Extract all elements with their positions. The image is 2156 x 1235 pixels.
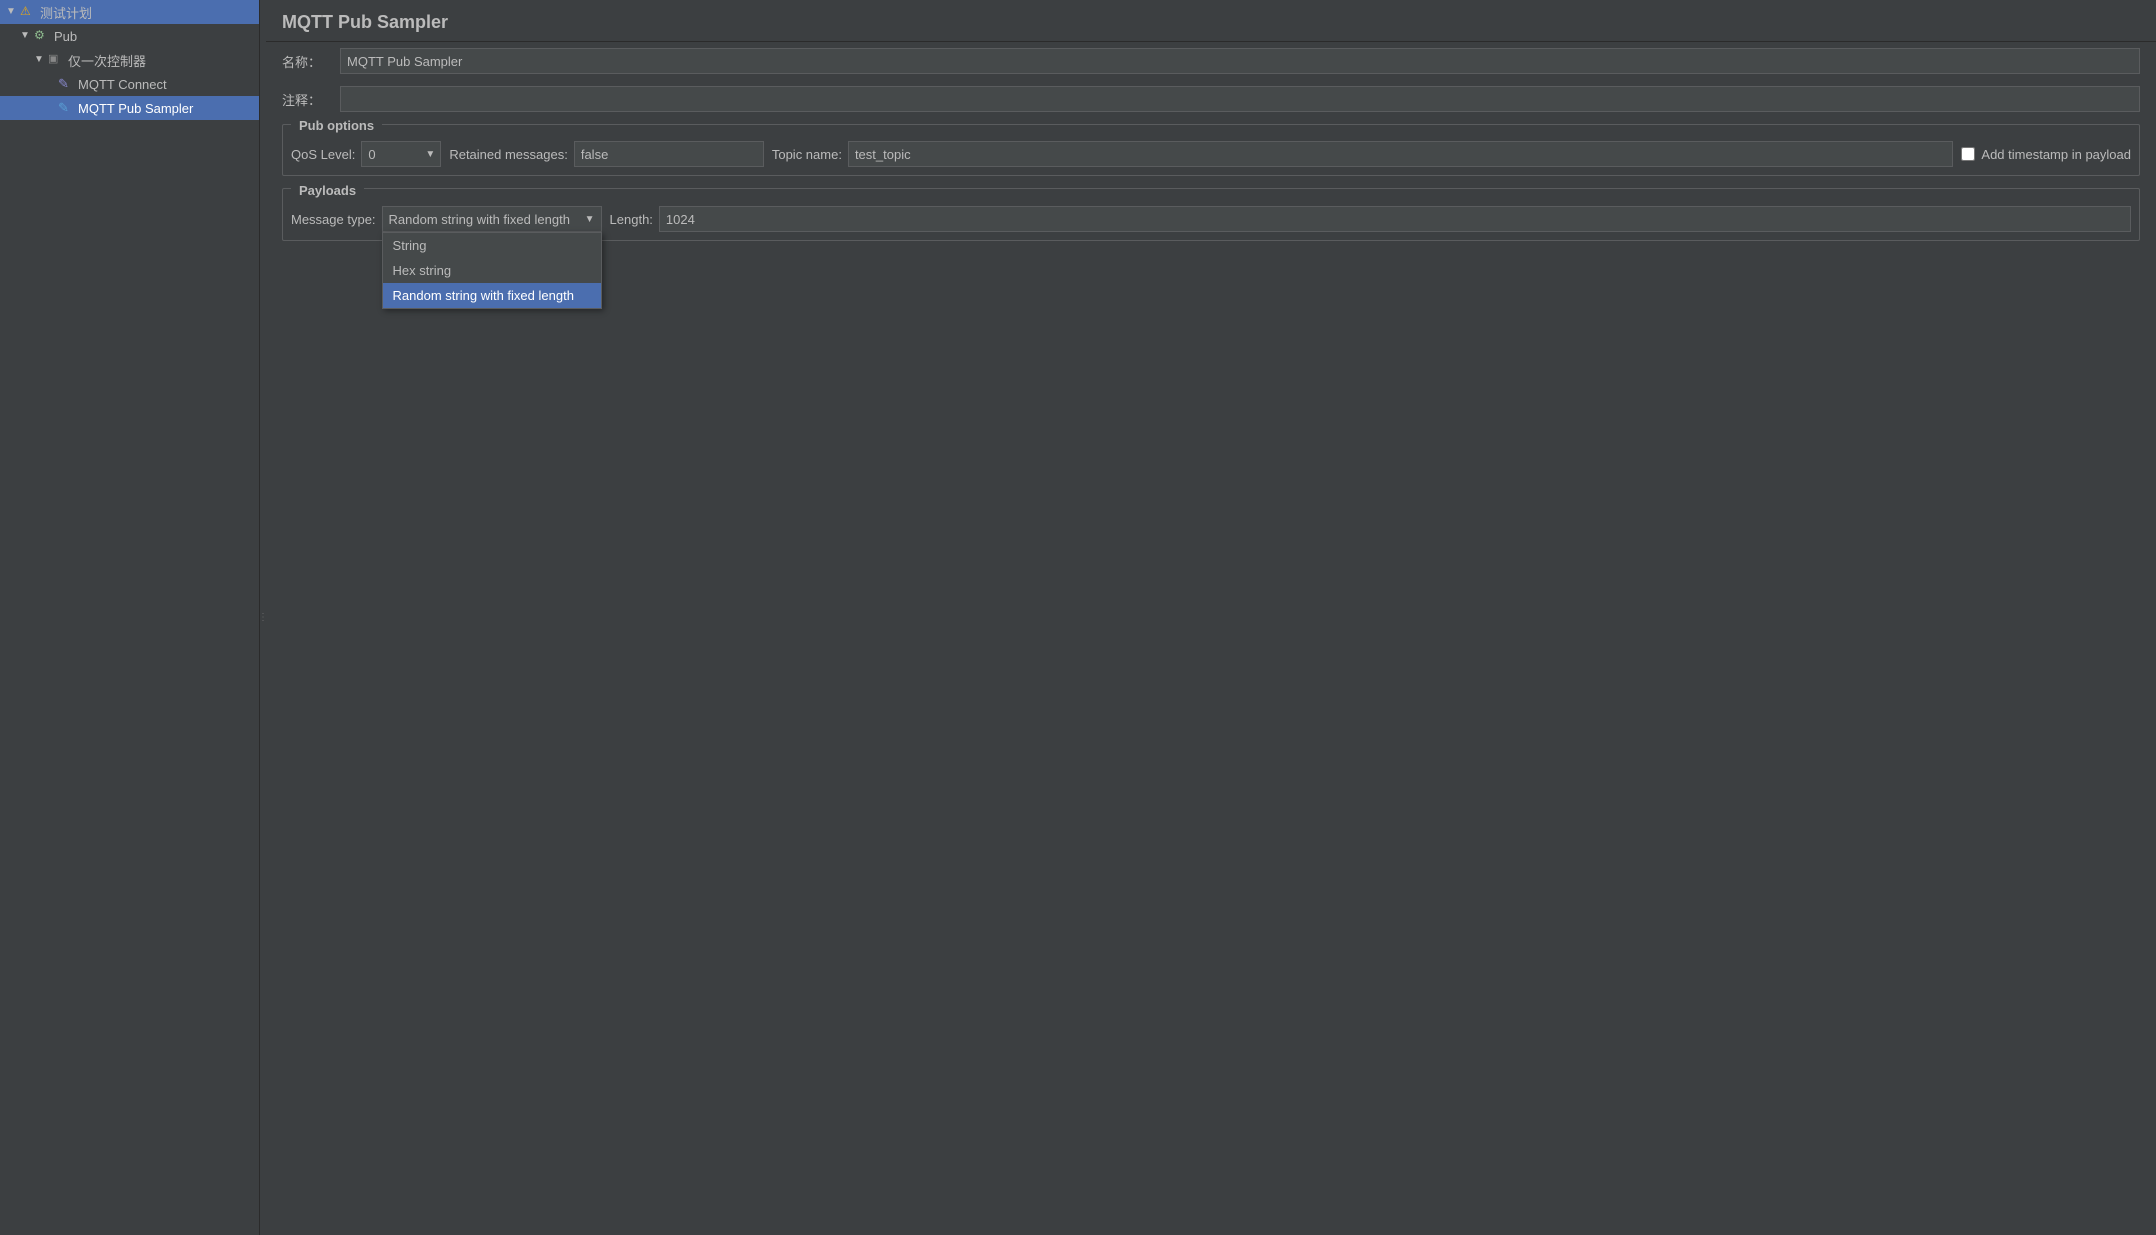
sidebar-item-mqtt-pub-sampler[interactable]: ✎ MQTT Pub Sampler xyxy=(0,96,259,120)
length-input[interactable] xyxy=(659,206,2131,232)
topic-group: Topic name: xyxy=(772,141,1954,167)
comment-label: 注释： xyxy=(282,90,332,109)
sidebar-item-test-plan[interactable]: ▼ ⚠ 测试计划 xyxy=(0,0,259,24)
sidebar-item-pub[interactable]: ▼ ⚙ Pub xyxy=(0,24,259,48)
dropdown-item-string[interactable]: String xyxy=(383,233,601,258)
sampler-icon: ✎ xyxy=(58,100,74,116)
tree-arrow-test-plan: ▼ xyxy=(6,6,18,18)
comment-input[interactable] xyxy=(340,86,2140,112)
pub-options-section: Pub options QoS Level: 0 1 2 ▼ xyxy=(282,124,2140,176)
sidebar-item-label: 测试计划 xyxy=(40,3,92,22)
warning-icon: ⚠ xyxy=(20,4,36,20)
sidebar-item-label: MQTT Connect xyxy=(78,77,167,92)
payloads-title: Payloads xyxy=(291,179,364,202)
message-type-dropdown-btn[interactable]: Random string with fixed length ▼ xyxy=(382,206,602,232)
pub-options-row: QoS Level: 0 1 2 ▼ Retained messages: xyxy=(291,141,2131,167)
name-row: 名称： xyxy=(266,42,2156,80)
length-group: Length: xyxy=(610,206,2131,232)
qos-select-wrapper: 0 1 2 ▼ xyxy=(361,141,441,167)
length-label: Length: xyxy=(610,212,653,227)
dropdown-item-random-string[interactable]: Random string with fixed length xyxy=(383,283,601,308)
retained-group: Retained messages: xyxy=(449,141,764,167)
message-type-selected-text: Random string with fixed length xyxy=(389,212,570,227)
sidebar-item-label: 仅一次控制器 xyxy=(68,51,146,70)
pub-options-content: QoS Level: 0 1 2 ▼ Retained messages: xyxy=(283,141,2139,175)
gear-icon: ⚙ xyxy=(34,28,50,44)
sidebar-item-label: MQTT Pub Sampler xyxy=(78,101,193,116)
dropdown-item-hex-string[interactable]: Hex string xyxy=(383,258,601,283)
message-type-group: Message type: Random string with fixed l… xyxy=(291,206,602,232)
topic-label: Topic name: xyxy=(772,147,842,162)
timestamp-checkbox[interactable] xyxy=(1961,147,1975,161)
controller-icon: ▣ xyxy=(48,52,64,68)
qos-group: QoS Level: 0 1 2 ▼ xyxy=(291,141,441,167)
qos-select[interactable]: 0 1 2 xyxy=(361,141,441,167)
retained-input[interactable] xyxy=(574,141,764,167)
message-type-dropdown-list: String Hex string Random string with fix… xyxy=(382,232,602,309)
retained-label: Retained messages: xyxy=(449,147,568,162)
comment-row: 注释： xyxy=(266,80,2156,118)
name-label: 名称： xyxy=(282,52,332,71)
sidebar: ▼ ⚠ 测试计划 ▼ ⚙ Pub ▼ ▣ 仅一次控制器 ✎ MQTT Conne… xyxy=(0,0,260,1235)
timestamp-checkbox-group: Add timestamp in payload xyxy=(1961,147,2131,162)
dropdown-arrow-icon: ▼ xyxy=(585,214,595,225)
panel-title: MQTT Pub Sampler xyxy=(266,0,2156,42)
sidebar-item-mqtt-connect[interactable]: ✎ MQTT Connect xyxy=(0,72,259,96)
pub-options-title: Pub options xyxy=(291,114,382,137)
name-input[interactable] xyxy=(340,48,2140,74)
sidebar-item-label: Pub xyxy=(54,29,77,44)
payloads-content: Message type: Random string with fixed l… xyxy=(283,206,2139,240)
topic-input[interactable] xyxy=(848,141,1953,167)
payloads-section: Payloads Message type: Random string wit… xyxy=(282,188,2140,241)
main-content: MQTT Pub Sampler 名称： 注释： Pub options QoS… xyxy=(266,0,2156,1235)
payloads-row: Message type: Random string with fixed l… xyxy=(291,206,2131,232)
qos-label: QoS Level: xyxy=(291,147,355,162)
message-type-label: Message type: xyxy=(291,212,376,227)
sidebar-item-controller[interactable]: ▼ ▣ 仅一次控制器 xyxy=(0,48,259,72)
timestamp-label[interactable]: Add timestamp in payload xyxy=(1981,147,2131,162)
connect-icon: ✎ xyxy=(58,76,74,92)
tree-arrow-pub: ▼ xyxy=(20,30,32,42)
message-type-select-container: Random string with fixed length ▼ String… xyxy=(382,206,602,232)
tree-arrow-controller: ▼ xyxy=(34,54,46,66)
